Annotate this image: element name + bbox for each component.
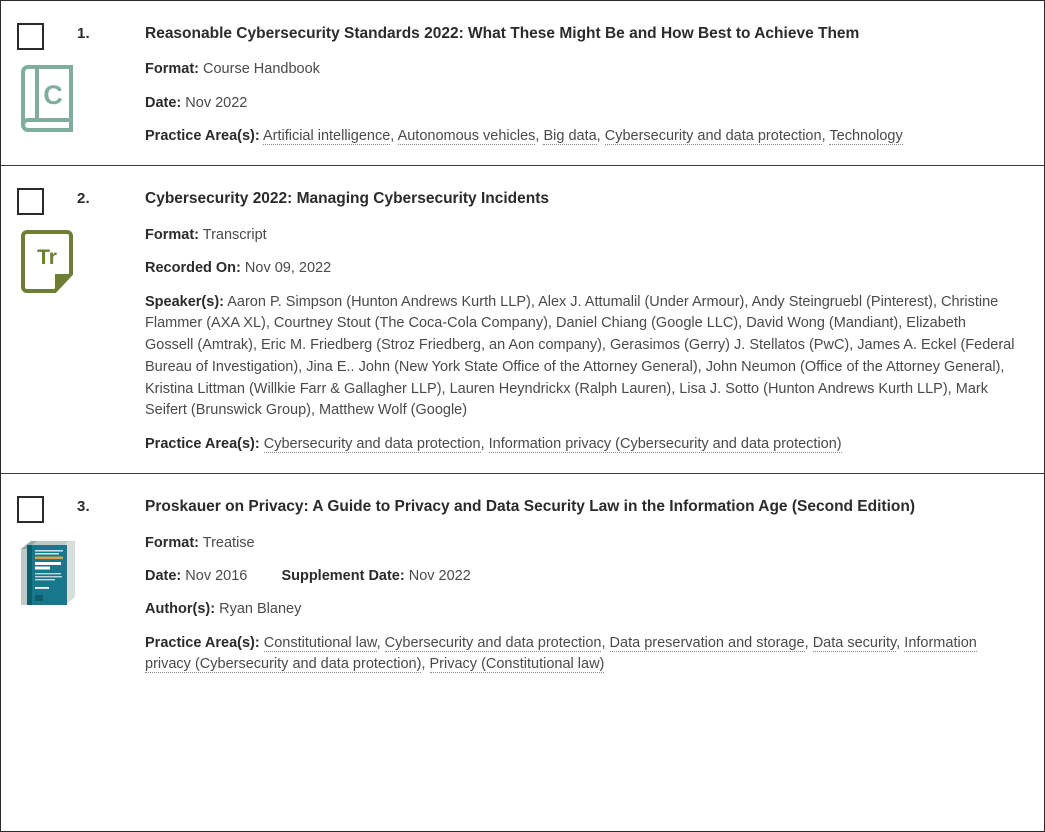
result-gutter: Tr: [1, 166, 77, 297]
format-line: Format: Course Handbook: [145, 59, 1018, 80]
date-label: Date:: [145, 94, 182, 111]
practice-areas-values: Artificial intelligence, Autonomous vehi…: [262, 128, 903, 146]
result-content: Proskauer on Privacy: A Guide to Privacy…: [145, 474, 1044, 693]
format-line: Format: Treatise: [145, 533, 1018, 554]
recorded-on-label: Recorded On:: [145, 260, 241, 277]
practice-area-link[interactable]: Big data: [543, 128, 597, 146]
practice-area-link[interactable]: Information privacy (Cybersecurity and d…: [488, 436, 842, 453]
practice-areas-values: Cybersecurity and data protection, Infor…: [263, 436, 842, 453]
result-index-number: 2.: [77, 190, 90, 208]
result-select-checkbox[interactable]: [17, 496, 44, 524]
format-line: Format: Transcript: [145, 225, 1018, 246]
result-item-3[interactable]: 3. Proskauer on Privacy: A Guide to Priv…: [1, 473, 1044, 693]
result-title[interactable]: Reasonable Cybersecurity Standards 2022:…: [145, 23, 965, 45]
practice-areas-line: Practice Area(s): Artificial intelligenc…: [145, 126, 1018, 147]
practice-area-link[interactable]: Technology: [829, 128, 903, 146]
result-content: Cybersecurity 2022: Managing Cybersecuri…: [145, 166, 1044, 473]
practice-areas-label: Practice Area(s):: [145, 128, 260, 145]
date-value: Nov 2022: [185, 94, 248, 111]
authors-value: Ryan Blaney: [219, 601, 302, 618]
result-gutter: C: [1, 1, 77, 132]
speakers-value: Aaron P. Simpson (Hunton Andrews Kurth L…: [145, 293, 1015, 419]
speakers-label: Speaker(s):: [145, 293, 224, 310]
practice-area-link[interactable]: Constitutional law: [263, 634, 377, 652]
format-value: Course Handbook: [203, 61, 320, 78]
result-index-number: 3.: [77, 498, 90, 516]
practice-area-link[interactable]: Cybersecurity and data protection: [604, 128, 822, 146]
format-label: Format:: [145, 61, 199, 78]
result-title[interactable]: Cybersecurity 2022: Managing Cybersecuri…: [145, 188, 965, 210]
svg-text:Tr: Tr: [37, 246, 57, 269]
search-results-page: C 1. Reasonable Cybersecurity Standards …: [0, 0, 1045, 832]
practice-areas-values: Constitutional law, Cybersecurity and da…: [145, 634, 977, 674]
practice-areas-line: Practice Area(s): Constitutional law, Cy…: [145, 633, 1018, 676]
practice-area-link[interactable]: Cybersecurity and data protection: [384, 634, 602, 652]
results-list: C 1. Reasonable Cybersecurity Standards …: [1, 1, 1044, 693]
practice-areas-label: Practice Area(s):: [145, 436, 260, 452]
result-index-number: 1.: [77, 25, 90, 42]
supplement-date-label: Supplement Date:: [281, 568, 405, 585]
date-line: Date: Nov 2022: [145, 93, 1018, 114]
result-item-2[interactable]: Tr 2. Cybersecurity 2022: Managing Cyber…: [1, 165, 1044, 473]
result-select-checkbox[interactable]: [17, 188, 44, 216]
authors-line: Author(s): Ryan Blaney: [145, 599, 1018, 620]
date-value: Nov 2016: [185, 568, 248, 585]
date-and-supplement-line: Date: Nov 2016 Supplement Date: Nov 2022: [145, 566, 1018, 587]
result-title[interactable]: Proskauer on Privacy: A Guide to Privacy…: [145, 496, 965, 518]
practice-area-link[interactable]: Data security: [812, 634, 897, 652]
practice-area-link[interactable]: Privacy (Constitutional law): [429, 656, 605, 674]
authors-label: Author(s):: [145, 601, 216, 618]
course-handbook-book-icon: C: [17, 62, 77, 132]
format-value: Transcript: [202, 226, 267, 243]
practice-area-link[interactable]: Cybersecurity and data protection: [263, 436, 481, 453]
format-label: Format:: [145, 226, 199, 243]
treatise-book-cover-image: [17, 535, 79, 613]
speakers-line: Speaker(s): Aaron P. Simpson (Hunton And…: [145, 292, 1018, 423]
date-label: Date:: [145, 568, 182, 585]
practice-areas-label: Practice Area(s):: [145, 634, 260, 651]
practice-areas-line: Practice Area(s): Cybersecurity and data…: [145, 434, 1018, 455]
format-value: Treatise: [202, 534, 255, 551]
format-label: Format:: [145, 534, 199, 551]
result-gutter: [1, 474, 77, 613]
practice-area-link[interactable]: Data preservation and storage: [609, 634, 805, 652]
practice-area-link[interactable]: Autonomous vehicles: [397, 128, 536, 146]
transcript-document-icon: Tr: [17, 227, 77, 297]
result-item-1[interactable]: C 1. Reasonable Cybersecurity Standards …: [1, 1, 1044, 165]
recorded-on-value: Nov 09, 2022: [244, 260, 332, 277]
practice-area-link[interactable]: Artificial intelligence: [262, 128, 391, 146]
recorded-on-line: Recorded On: Nov 09, 2022: [145, 258, 1018, 279]
result-select-checkbox[interactable]: [17, 23, 44, 50]
supplement-date-value: Nov 2022: [408, 568, 471, 585]
svg-text:C: C: [43, 80, 63, 110]
result-content: Reasonable Cybersecurity Standards 2022:…: [145, 1, 1044, 165]
